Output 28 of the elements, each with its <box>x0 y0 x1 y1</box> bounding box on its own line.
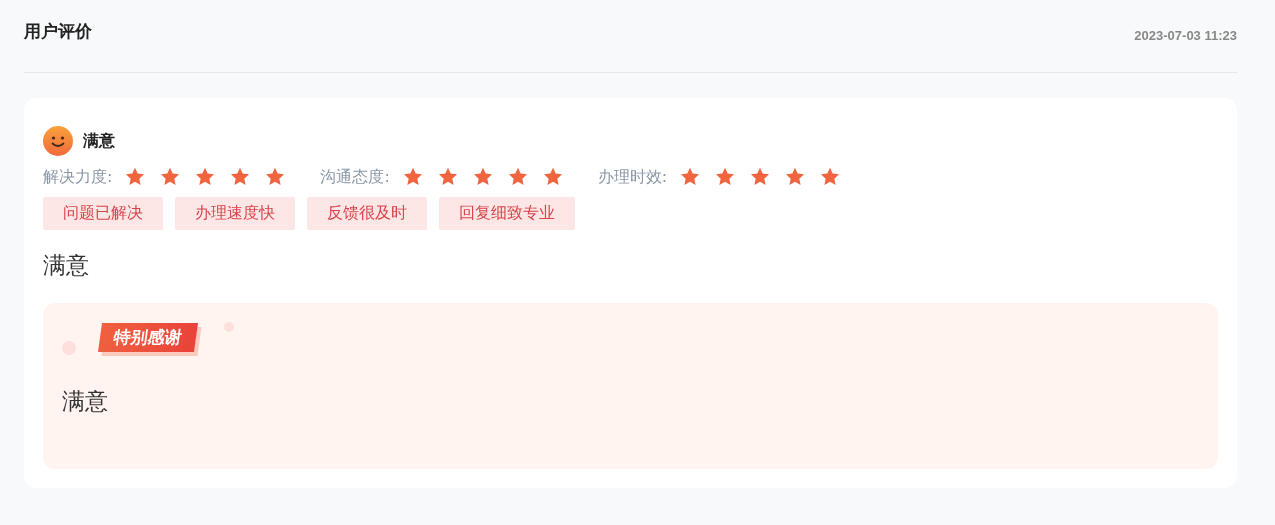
star-icon <box>819 166 842 188</box>
star-icon <box>714 166 737 188</box>
review-tag: 回复细致专业 <box>439 197 575 230</box>
star-icon <box>541 166 564 188</box>
rating-label: 办理时效: <box>597 166 668 188</box>
star-icon <box>784 166 807 188</box>
star-icon <box>506 166 529 188</box>
page-title: 用户评价 <box>24 20 92 43</box>
star-icon <box>749 166 772 188</box>
rating-label: 沟通态度: <box>320 166 390 188</box>
review-tag: 办理速度快 <box>175 197 295 230</box>
review-tag: 问题已解决 <box>43 197 163 230</box>
star-icon <box>679 166 702 188</box>
star-icon <box>401 166 424 188</box>
star-icon <box>194 166 217 188</box>
star-icon <box>124 166 147 188</box>
review-tag: 反馈很及时 <box>307 197 427 230</box>
review-time: 2023-07-03 11:23 <box>1134 28 1237 43</box>
smiley-icon <box>43 126 73 156</box>
star-icon <box>264 166 287 188</box>
star-icon <box>436 166 459 188</box>
star-icon <box>471 166 494 188</box>
star-icon <box>159 166 182 188</box>
review-comment: 满意 <box>43 251 90 280</box>
star-icon <box>229 166 252 188</box>
mood-label: 满意 <box>83 130 115 152</box>
rating-label: 解决力度: <box>43 166 113 188</box>
thanks-text: 满意 <box>62 387 109 416</box>
